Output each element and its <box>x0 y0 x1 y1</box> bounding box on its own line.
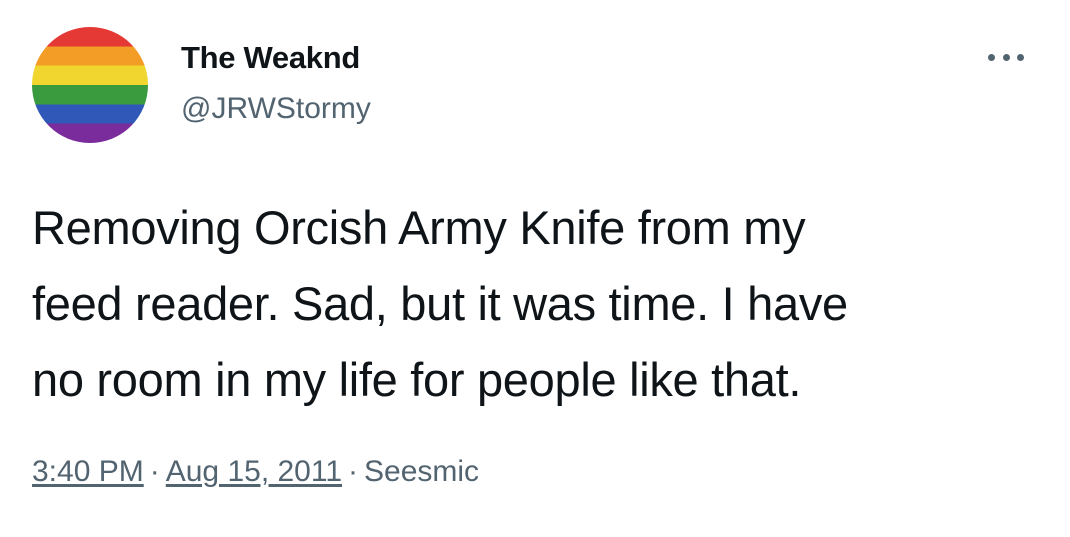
avatar[interactable] <box>32 27 148 143</box>
tweet-metadata: 3:40 PM · Aug 15, 2011 · Seesmic <box>32 455 479 489</box>
tweet-text-line: Removing Orcish Army Knife from my <box>32 201 806 254</box>
more-horizontal-icon <box>988 54 1024 62</box>
tweet-date-link[interactable]: Aug 15, 2011 <box>166 455 342 488</box>
tweet-source: Seesmic <box>364 455 480 488</box>
display-name[interactable]: The Weaknd <box>181 40 360 76</box>
tweet-card: The Weaknd @JRWStormy Removing Orcish Ar… <box>0 0 1070 537</box>
more-options-button[interactable] <box>986 44 1030 72</box>
tweet-text-line: feed reader. Sad, but it was time. I hav… <box>32 277 848 330</box>
meta-separator: · <box>149 455 160 488</box>
user-handle[interactable]: @JRWStormy <box>181 92 371 126</box>
tweet-time-link[interactable]: 3:40 PM <box>32 455 144 488</box>
tweet-text: Removing Orcish Army Knife from my feed … <box>32 190 1032 418</box>
meta-separator: · <box>348 455 358 488</box>
tweet-text-line: no room in my life for people like that. <box>32 353 802 406</box>
